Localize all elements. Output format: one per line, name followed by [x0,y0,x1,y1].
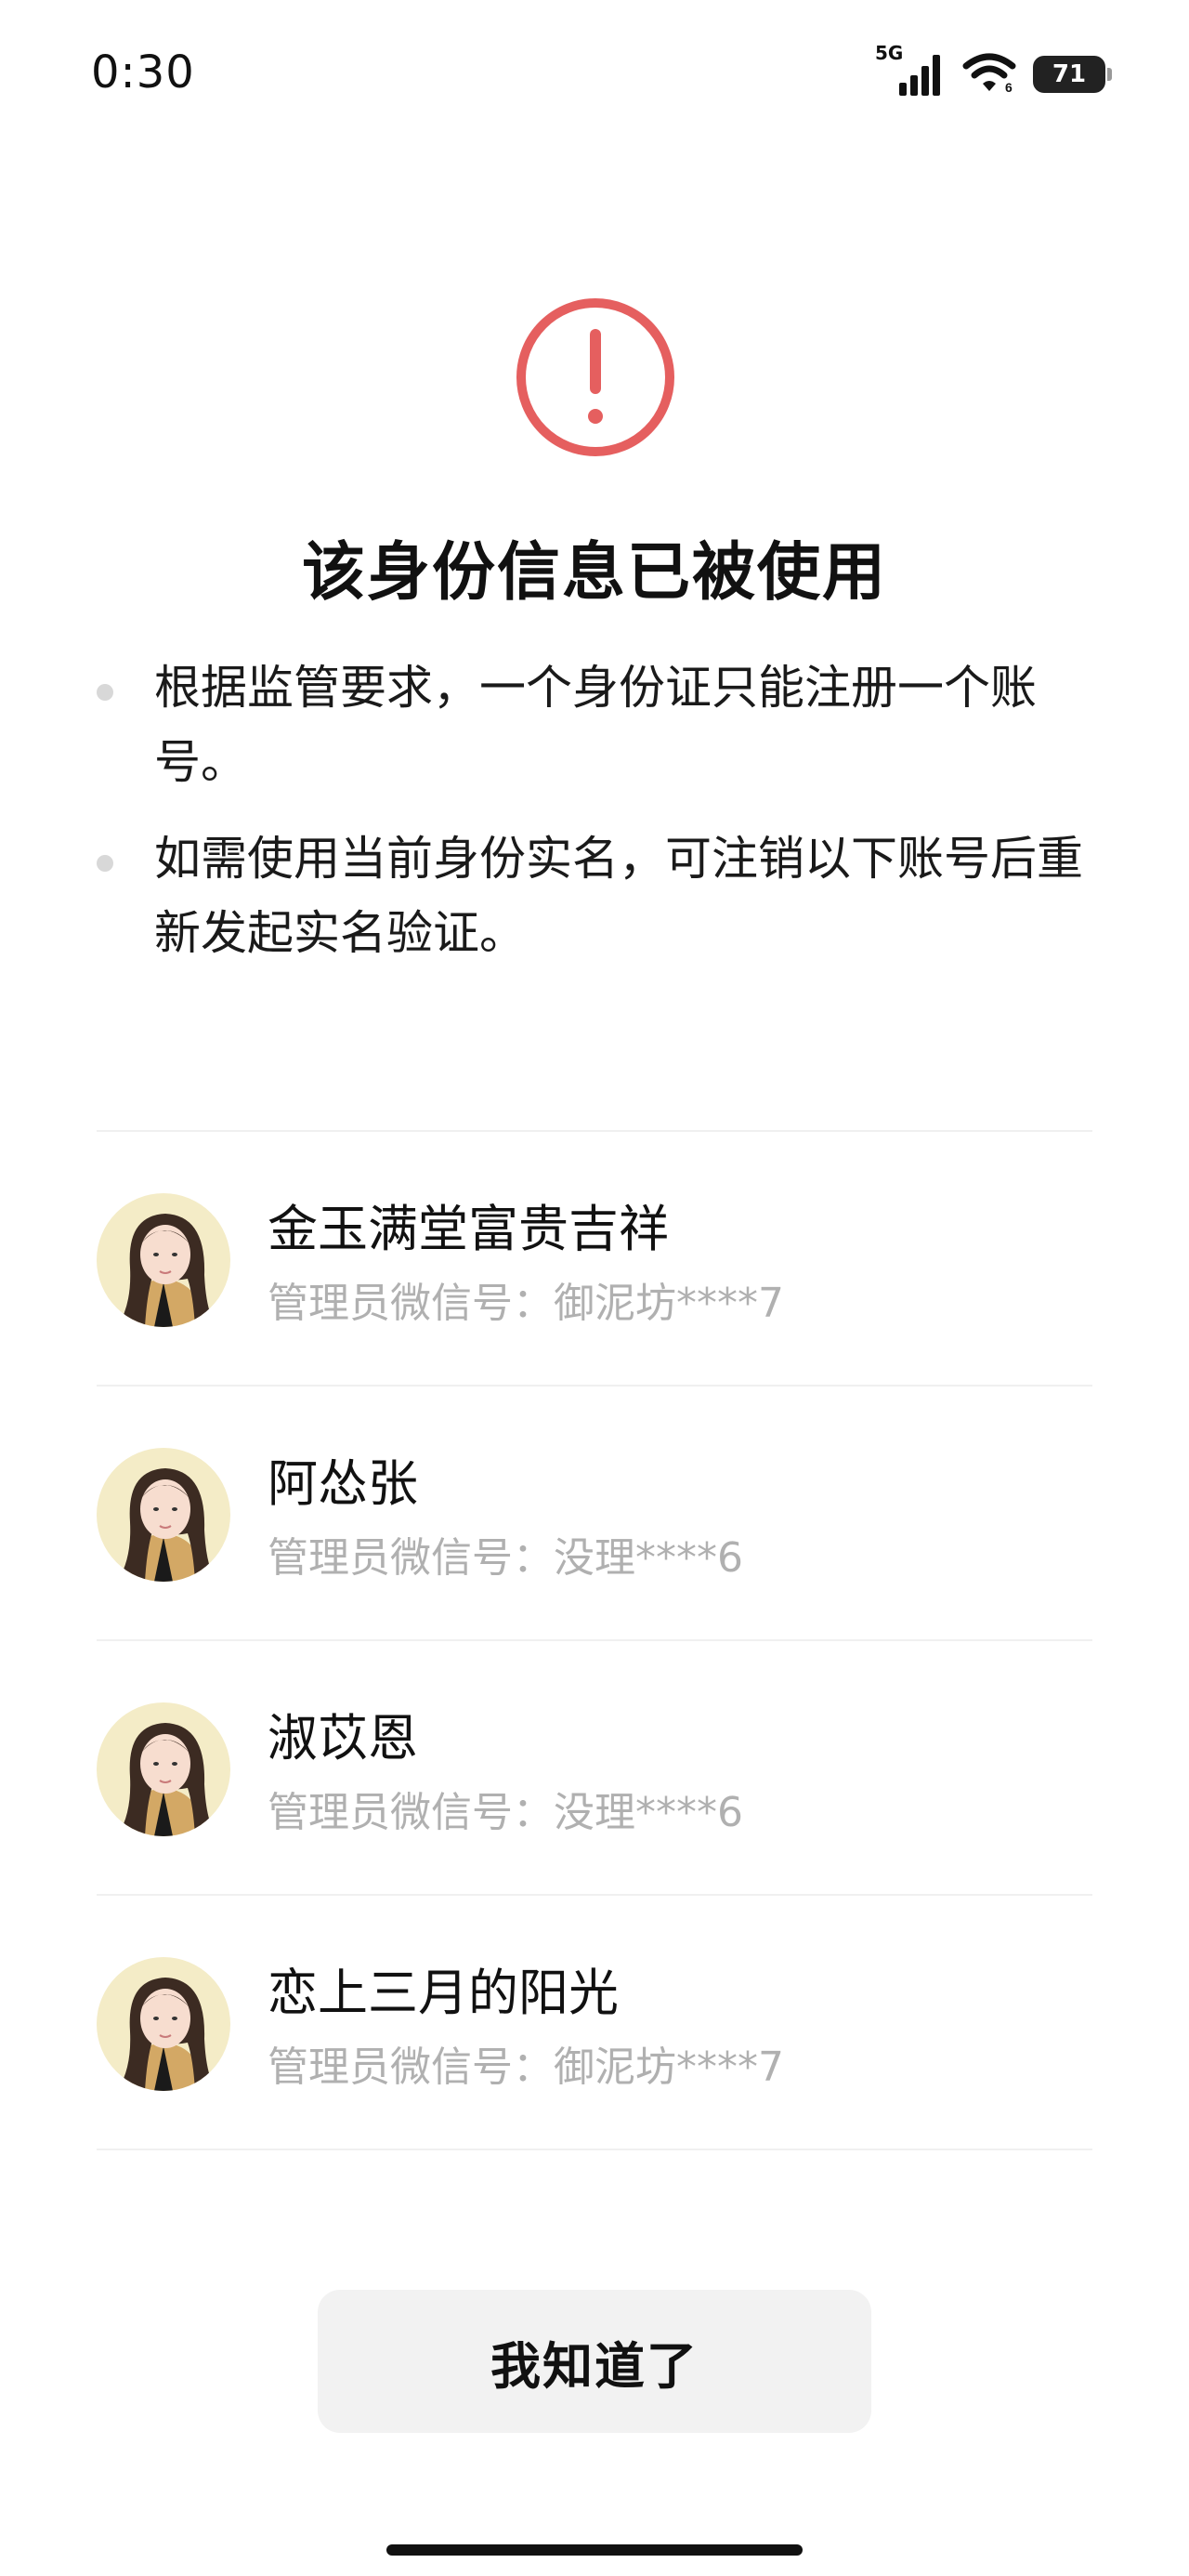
account-name: 淑苡恩 [268,1709,418,1768]
account-name: 金玉满堂富贵吉祥 [268,1200,669,1258]
avatar [97,1702,230,1836]
wifi-icon: 6 [962,51,1016,98]
signal-icon: 5G [875,42,946,99]
battery-icon: 71 [1033,56,1112,93]
notice-text: 如需使用当前身份实名，可注销以下账号后重新发起实名验证。 [154,832,1083,960]
page-title: 该身份信息已被使用 [301,536,887,610]
svg-text:6: 6 [1005,80,1013,94]
account-item: 金玉满堂富贵吉祥 管理员微信号：御泥坊****7 [97,1132,1092,1387]
status-icons: 5G 6 71 [875,42,1112,102]
bullet-icon [97,684,113,701]
avatar [97,1448,230,1582]
account-item: 恋上三月的阳光 管理员微信号：御泥坊****7 [97,1896,1092,2150]
notice-text: 根据监管要求，一个身份证只能注册一个账号。 [154,661,1037,789]
admin-wechat: 管理员微信号：没理****6 [268,1534,743,1582]
notice-list: 根据监管要求，一个身份证只能注册一个账号。 如需使用当前身份实名，可注销以下账号… [91,651,1104,992]
admin-wechat: 管理员微信号：没理****6 [268,1789,743,1836]
notice-item: 如需使用当前身份实名，可注销以下账号后重新发起实名验证。 [91,821,1104,970]
status-time: 0:30 [91,46,195,99]
account-name: 阿怂张 [268,1454,418,1513]
home-indicator[interactable] [386,2544,803,2556]
account-name: 恋上三月的阳光 [268,1964,619,2022]
admin-wechat: 管理员微信号：御泥坊****7 [268,1280,784,1327]
avatar [97,1957,230,2091]
error-icon [516,297,675,457]
status-bar: 0:30 5G 6 71 [0,0,1189,158]
avatar [97,1193,230,1327]
battery-level: 71 [1052,60,1087,88]
admin-wechat: 管理员微信号：御泥坊****7 [268,2044,784,2091]
notice-item: 根据监管要求，一个身份证只能注册一个账号。 [91,651,1104,799]
confirm-button[interactable]: 我知道了 [318,2290,871,2433]
account-item: 阿怂张 管理员微信号：没理****6 [97,1387,1092,1641]
bullet-icon [97,855,113,872]
account-item: 淑苡恩 管理员微信号：没理****6 [97,1641,1092,1896]
account-list: 金玉满堂富贵吉祥 管理员微信号：御泥坊****7 阿怂张 管理员微信号：没理**… [97,1130,1092,2150]
